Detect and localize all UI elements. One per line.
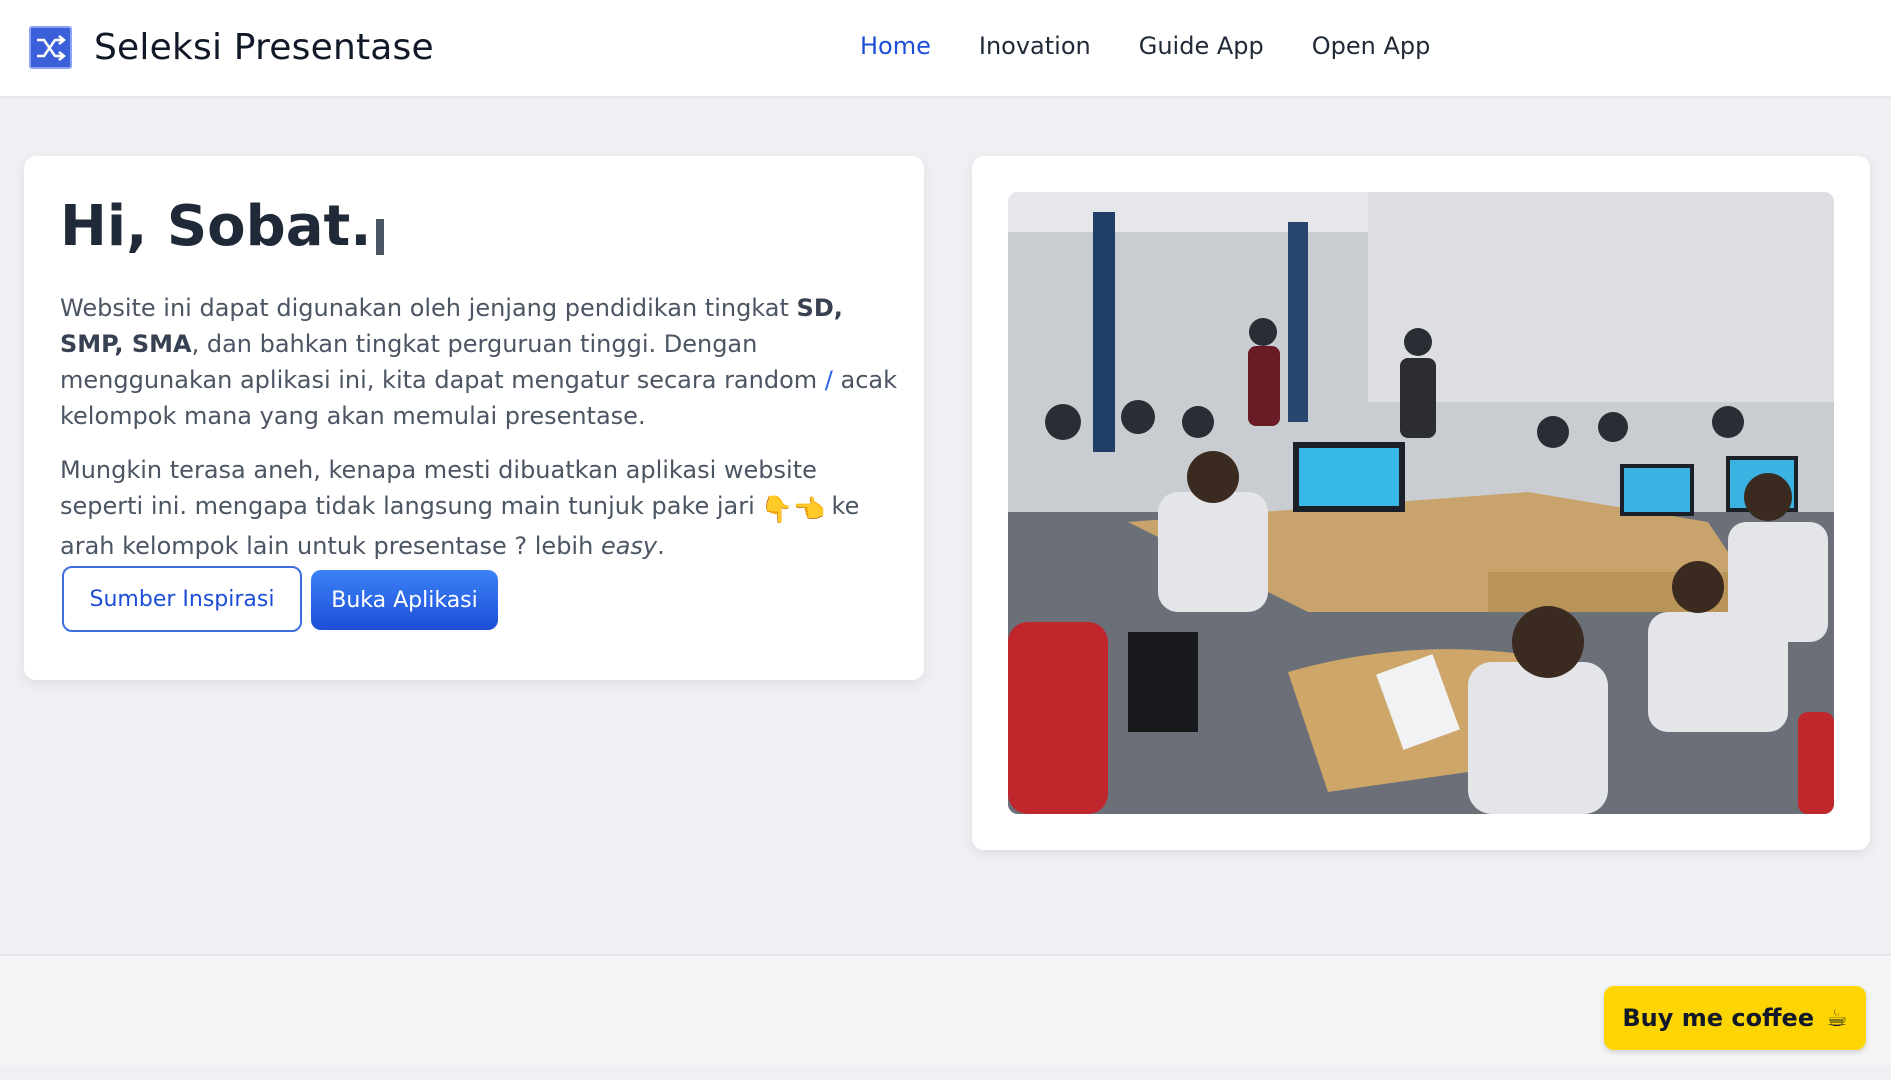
- top-navbar: Seleksi Presentase Home Inovation Guide …: [0, 0, 1891, 97]
- buy-me-coffee-button[interactable]: Buy me coffee ☕: [1604, 986, 1866, 1050]
- inspiration-button[interactable]: Sumber Inspirasi: [62, 566, 302, 632]
- classroom-photo: [1008, 192, 1834, 814]
- nav-guide-app[interactable]: Guide App: [1139, 32, 1264, 60]
- typing-cursor: [375, 219, 384, 255]
- hero-card: Hi, Sobat. Website ini dapat digunakan o…: [24, 156, 924, 680]
- reason-text-3: .: [657, 532, 665, 560]
- nav-home[interactable]: Home: [860, 32, 931, 60]
- main-nav: Home Inovation Guide App Open App: [860, 32, 1478, 60]
- hero-title-text: Hi, Sobat.: [60, 194, 372, 259]
- image-card: [972, 156, 1870, 850]
- reason-paragraph: Mungkin terasa aneh, kenapa mesti dibuat…: [60, 452, 900, 564]
- brand-title: Seleksi Presentase: [94, 27, 434, 68]
- reason-text-1: Mungkin terasa aneh, kenapa mesti dibuat…: [60, 456, 817, 520]
- shuffle-icon: [29, 26, 72, 69]
- intro-paragraph: Website ini dapat digunakan oleh jenjang…: [60, 290, 900, 434]
- coffee-label: Buy me coffee: [1622, 1004, 1815, 1032]
- intro-text-1: Website ini dapat digunakan oleh jenjang…: [60, 294, 797, 322]
- intro-slash: /: [824, 366, 833, 394]
- nav-inovation[interactable]: Inovation: [979, 32, 1091, 60]
- nav-open-app[interactable]: Open App: [1312, 32, 1431, 60]
- open-app-button[interactable]: Buka Aplikasi: [311, 570, 498, 630]
- pointing-hands-icon: 👇👈: [760, 495, 826, 525]
- coffee-cup-icon: ☕: [1826, 1004, 1848, 1032]
- brand[interactable]: Seleksi Presentase: [29, 26, 434, 69]
- hero-title: Hi, Sobat.: [60, 194, 384, 259]
- reason-italic: easy: [600, 532, 658, 560]
